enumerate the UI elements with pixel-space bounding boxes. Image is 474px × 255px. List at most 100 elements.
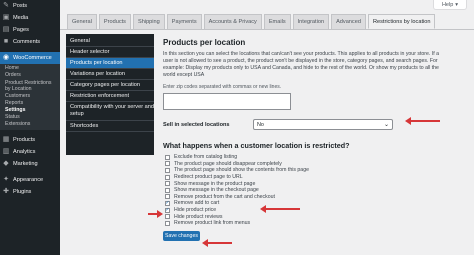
zip-hint: Enter zip codes separated with commas or…	[163, 84, 282, 90]
menu-posts[interactable]: ✎ Posts	[0, 0, 60, 12]
submenu-reports[interactable]: Reports	[0, 100, 60, 107]
restriction-option[interactable]: Redirect product page to URL	[163, 174, 443, 181]
tab-restrictions-by-location[interactable]: Restrictions by location	[367, 14, 436, 29]
restriction-option-label: Remove product link from menus	[174, 220, 251, 227]
restriction-option-label: Hide product reviews	[174, 213, 223, 220]
section-nav-category-pages[interactable]: Category pages per location	[66, 80, 154, 91]
restriction-option-label: Show message in the checkout page	[174, 187, 259, 194]
sell-in-selected-locations-label: Sell in selected locations	[163, 121, 230, 128]
plugins-icon: ✚	[3, 188, 9, 195]
restriction-option[interactable]: Show message in the product page	[163, 180, 443, 187]
annotation-arrow-remove-add-to-cart	[260, 205, 300, 213]
menu-appearance[interactable]: ✦ Appearance	[0, 174, 60, 186]
restriction-option[interactable]: ✓ Hide product price	[163, 207, 443, 214]
submenu-extensions[interactable]: Extensions	[0, 121, 60, 128]
tab-shipping[interactable]: Shipping	[132, 14, 165, 29]
admin-sidebar: ✎ Posts ▣ Media ▤ Pages ■ Comments ◉ WooComme…	[0, 0, 60, 255]
menu-comments[interactable]: ■ Comments	[0, 36, 60, 48]
checkbox[interactable]	[165, 154, 170, 160]
tab-accounts-privacy[interactable]: Accounts & Privacy	[203, 14, 262, 29]
section-nav-general[interactable]: General	[66, 36, 154, 47]
checkbox[interactable]	[165, 161, 170, 167]
sell-in-selected-locations-select[interactable]: No ⌄	[253, 119, 393, 130]
help-button[interactable]: Help ▾	[433, 0, 467, 10]
tab-advanced[interactable]: Advanced	[331, 14, 366, 29]
restriction-option[interactable]: Hide product reviews	[163, 213, 443, 220]
annotation-arrow-sell-select	[405, 117, 440, 125]
products-icon: ▦	[2, 136, 10, 143]
restriction-option-label: Hide product price	[174, 207, 217, 214]
appearance-icon: ✦	[3, 176, 9, 183]
submenu-settings[interactable]: Settings	[0, 107, 60, 114]
tab-integration[interactable]: Integration	[292, 14, 330, 29]
tab-emails[interactable]: Emails	[263, 14, 291, 29]
save-changes-button[interactable]: Save changes	[163, 230, 200, 241]
comments-icon: ■	[3, 38, 9, 45]
settings-content: Products per location In this section yo…	[163, 38, 443, 241]
menu-woocommerce[interactable]: ◉ WooCommerce	[0, 52, 60, 64]
analytics-icon: ▥	[2, 148, 10, 155]
restriction-options: Exclude from catalog listing The product …	[163, 154, 443, 227]
woo-icon: ◉	[2, 54, 10, 61]
restricted-title: What happens when a customer location is…	[163, 141, 350, 150]
checkbox[interactable]	[165, 220, 170, 226]
section-nav-header-selector[interactable]: Header selector	[66, 47, 154, 58]
section-title: Products per location	[163, 38, 246, 47]
section-nav-shortcodes[interactable]: Shortcodes	[66, 121, 154, 132]
menu-analytics[interactable]: ▥ Analytics	[0, 146, 60, 158]
section-nav-compatibility[interactable]: Compatibility with your server and setup	[66, 102, 154, 121]
section-description: In this section you can select the locat…	[163, 51, 439, 78]
section-nav: General Header selector Products per loc…	[66, 34, 154, 155]
restriction-option-label: The product page should show the content…	[174, 167, 309, 174]
section-nav-products-per-location[interactable]: Products per location	[66, 58, 154, 69]
checkbox[interactable]	[165, 194, 170, 200]
restriction-option[interactable]: The product page should show the content…	[163, 167, 443, 174]
restriction-option-label: Remove product from the cart and checkou…	[174, 193, 275, 200]
submenu-product-restrictions[interactable]: Product Restrictions by Location	[0, 79, 55, 93]
checkbox[interactable]	[165, 167, 170, 173]
chevron-down-icon: ▾	[455, 1, 459, 8]
menu-pages[interactable]: ▤ Pages	[0, 24, 60, 36]
menu-media[interactable]: ▣ Media	[0, 12, 60, 24]
restriction-option-label: Redirect product page to URL	[174, 174, 243, 181]
restriction-option[interactable]: ✓ Remove add to cart	[163, 200, 443, 207]
annotation-arrow-save-button	[202, 239, 232, 247]
checkmark-icon: ✓	[165, 199, 170, 206]
tab-general[interactable]: General	[67, 14, 97, 29]
tab-products[interactable]: Products	[98, 14, 131, 29]
menu-plugins[interactable]: ✚ Plugins	[0, 186, 60, 198]
chevron-down-icon: ⌄	[383, 122, 389, 128]
checkbox[interactable]	[165, 181, 170, 187]
restriction-option-label: Show message in the product page	[174, 180, 256, 187]
restriction-option[interactable]: Remove product from the cart and checkou…	[163, 194, 443, 201]
restriction-option[interactable]: Show message in the checkout page	[163, 187, 443, 194]
menu-marketing[interactable]: ◆ Marketing	[0, 158, 60, 170]
checkbox[interactable]	[165, 214, 170, 220]
annotation-arrow-hide-price	[148, 210, 163, 218]
section-nav-variations-per-location[interactable]: Variations per location	[66, 69, 154, 80]
checkmark-icon: ✓	[165, 206, 170, 213]
restriction-option[interactable]: Exclude from catalog listing	[163, 154, 443, 161]
restriction-option[interactable]: The product page should disappear comple…	[163, 161, 443, 168]
zip-codes-textarea[interactable]	[163, 93, 291, 110]
checkbox[interactable]	[165, 174, 170, 180]
restriction-option-label: Remove add to cart	[174, 200, 220, 207]
restriction-option[interactable]: Remove product link from menus	[163, 220, 443, 227]
submenu-home[interactable]: Home	[0, 65, 60, 72]
pages-icon: ▤	[2, 26, 10, 33]
checkbox-checked[interactable]: ✓	[165, 199, 170, 206]
submenu-orders[interactable]: Orders	[0, 72, 60, 79]
tab-payments[interactable]: Payments	[166, 14, 202, 29]
restriction-option-label: The product page should disappear comple…	[174, 160, 282, 167]
menu-products[interactable]: ▦ Products	[0, 134, 60, 146]
pin-icon: ✎	[3, 2, 9, 9]
checkbox-checked[interactable]: ✓	[165, 206, 170, 213]
settings-tabs: General Products Shipping Payments Accou…	[67, 14, 436, 29]
restriction-option-label: Exclude from catalog listing	[174, 154, 238, 161]
submenu-status[interactable]: Status	[0, 114, 60, 121]
section-nav-restriction-enforcement[interactable]: Restriction enforcement	[66, 91, 154, 102]
tabs-divider	[60, 29, 474, 30]
submenu-customers[interactable]: Customers	[0, 93, 60, 100]
checkbox[interactable]	[165, 187, 170, 193]
woocommerce-submenu: Home Orders Product Restrictions by Loca…	[0, 64, 60, 130]
